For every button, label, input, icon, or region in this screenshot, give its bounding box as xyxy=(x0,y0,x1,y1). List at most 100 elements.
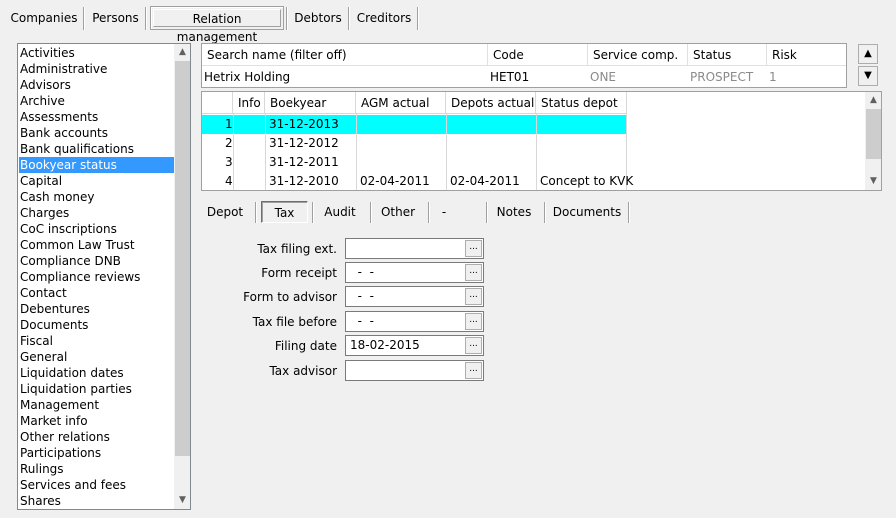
col-header-risk[interactable]: Risk xyxy=(767,44,846,66)
bookyear-grid[interactable]: Info Boekyear until AGM actual Depots ac… xyxy=(201,91,882,191)
previous-record-button[interactable]: ▲ xyxy=(858,44,878,64)
subtab-other[interactable]: Other xyxy=(376,201,420,223)
form-to-advisor-field[interactable]: - - ... xyxy=(345,286,484,307)
form-to-advisor-lookup-button[interactable]: ... xyxy=(465,288,482,305)
status-depot-cell[interactable]: Concept to KVK xyxy=(537,172,633,190)
filing-date-field[interactable]: 18-02-2015 ... xyxy=(345,335,484,356)
next-record-button[interactable]: ▼ xyxy=(858,66,878,86)
list-item-general[interactable]: General xyxy=(19,349,174,365)
col-header-code[interactable]: Code xyxy=(488,44,588,66)
module-tab-bar: Companies Persons Relation management De… xyxy=(0,0,896,44)
relation-grid[interactable]: Search name (filter off) Code Service co… xyxy=(201,43,847,88)
list-item-compliance-dnb[interactable]: Compliance DNB xyxy=(19,253,174,269)
subtab-separator xyxy=(255,202,257,223)
subtab-notes[interactable]: Notes xyxy=(492,201,536,223)
agm-cell[interactable]: 02-04-2011 xyxy=(357,172,430,190)
list-item-services-and-fees[interactable]: Services and fees xyxy=(19,477,174,493)
scroll-down-icon[interactable]: ▼ xyxy=(865,173,881,190)
col-header-agm[interactable]: AGM actual xyxy=(356,92,446,114)
list-item-management[interactable]: Management xyxy=(19,397,174,413)
tax-file-before-field[interactable]: - - ... xyxy=(345,311,484,332)
list-item-bank-accounts[interactable]: Bank accounts xyxy=(19,125,174,141)
col-header-status-depot[interactable]: Status depot xyxy=(536,92,627,114)
subtab-audit[interactable]: Audit xyxy=(318,201,362,223)
list-item-bookyear-status[interactable]: Bookyear status xyxy=(19,157,174,173)
relation-code-cell[interactable]: HET01 xyxy=(488,66,588,88)
col-header-search-name[interactable]: Search name (filter off) xyxy=(202,44,488,66)
list-item-shares[interactable]: Shares xyxy=(19,493,174,509)
list-item-archive[interactable]: Archive xyxy=(19,93,174,109)
list-item-coc-inscriptions[interactable]: CoC inscriptions xyxy=(19,221,174,237)
subtab-dash[interactable]: - xyxy=(434,201,454,223)
tax-advisor-field[interactable]: ... xyxy=(345,360,484,381)
list-item-assessments[interactable]: Assessments xyxy=(19,109,174,125)
bookyear-cell[interactable]: 31-12-2012 xyxy=(266,134,339,153)
relation-risk-cell[interactable]: 1 xyxy=(767,66,846,88)
list-scroll-thumb[interactable] xyxy=(175,61,190,456)
list-scrollbar[interactable]: ▲ ▼ xyxy=(174,44,190,509)
list-item-documents[interactable]: Documents xyxy=(19,317,174,333)
tax-advisor-lookup-button[interactable]: ... xyxy=(465,362,482,379)
list-item-fiscal[interactable]: Fiscal xyxy=(19,333,174,349)
form-receipt-field[interactable]: - - ... xyxy=(345,262,484,283)
subtab-documents[interactable]: Documents xyxy=(550,201,624,223)
grid-scrollbar[interactable]: ▲ ▼ xyxy=(865,92,881,190)
col-header-depots[interactable]: Depots actual xyxy=(446,92,536,114)
list-item-rulings[interactable]: Rulings xyxy=(19,461,174,477)
subtab-separator xyxy=(428,202,430,223)
list-item-liquidation-parties[interactable]: Liquidation parties xyxy=(19,381,174,397)
relation-service-cell[interactable]: ONE xyxy=(588,66,688,88)
list-item-market-info[interactable]: Market info xyxy=(19,413,174,429)
row-number[interactable]: 2 xyxy=(222,134,233,153)
tab-relation-management[interactable]: Relation management xyxy=(150,6,284,44)
list-item-participations[interactable]: Participations xyxy=(19,445,174,461)
list-item-bank-qualifications[interactable]: Bank qualifications xyxy=(19,141,174,157)
scroll-up-icon[interactable]: ▲ xyxy=(865,92,881,109)
bookyear-cell[interactable]: 31-12-2013 xyxy=(266,115,339,134)
tab-companies[interactable]: Companies xyxy=(7,6,81,30)
bookyear-cell[interactable]: 31-12-2010 xyxy=(266,172,339,190)
subtab-depot[interactable]: Depot xyxy=(202,201,248,223)
row-number[interactable]: 4 xyxy=(222,172,233,190)
tax-filing-ext-field[interactable]: ... xyxy=(345,238,484,259)
tab-creditors[interactable]: Creditors xyxy=(352,6,416,30)
black-triangle-down-icon: ▼ xyxy=(864,70,872,81)
list-item-common-law-trust[interactable]: Common Law Trust xyxy=(19,237,174,253)
list-item-administrative[interactable]: Administrative xyxy=(19,61,174,77)
filing-date-lookup-button[interactable]: ... xyxy=(465,337,482,354)
tab-separator xyxy=(83,7,85,30)
list-item-capital[interactable]: Capital xyxy=(19,173,174,189)
list-item-other-relations[interactable]: Other relations xyxy=(19,429,174,445)
row-number[interactable]: 3 xyxy=(222,153,233,172)
subtab-tax[interactable]: Tax xyxy=(261,201,308,223)
scroll-up-icon[interactable]: ▲ xyxy=(174,44,190,61)
bookyear-cell[interactable]: 31-12-2011 xyxy=(266,153,339,172)
list-item-liquidation-dates[interactable]: Liquidation dates xyxy=(19,365,174,381)
list-item-cash-money[interactable]: Cash money xyxy=(19,189,174,205)
form-receipt-lookup-button[interactable]: ... xyxy=(465,264,482,281)
tax-file-before-lookup-button[interactable]: ... xyxy=(465,313,482,330)
tab-debtors[interactable]: Debtors xyxy=(290,6,346,30)
grid-scroll-thumb[interactable] xyxy=(866,109,881,159)
col-header-info[interactable]: Info xyxy=(233,92,265,114)
col-header-status[interactable]: Status xyxy=(688,44,767,66)
list-item-activities[interactable]: Activities xyxy=(19,45,174,61)
tab-persons[interactable]: Persons xyxy=(87,6,144,30)
form-receipt-value: - - xyxy=(350,265,374,279)
tab-separator xyxy=(145,7,147,30)
col-header-bookyear[interactable]: Boekyear until xyxy=(265,92,356,132)
tab-separator xyxy=(348,7,350,30)
scroll-down-icon[interactable]: ▼ xyxy=(174,492,190,509)
row-number[interactable]: 1 xyxy=(222,115,233,134)
list-item-contact[interactable]: Contact xyxy=(19,285,174,301)
relation-status-cell[interactable]: PROSPECT xyxy=(688,66,767,88)
list-item-debentures[interactable]: Debentures xyxy=(19,301,174,317)
relation-name-cell[interactable]: Hetrix Holding xyxy=(202,66,488,88)
tax-filing-ext-lookup-button[interactable]: ... xyxy=(465,240,482,257)
category-list[interactable]: Activities Administrative Advisors Archi… xyxy=(17,43,191,510)
list-item-compliance-reviews[interactable]: Compliance reviews xyxy=(19,269,174,285)
col-header-service-comp[interactable]: Service comp. xyxy=(588,44,688,66)
list-item-advisors[interactable]: Advisors xyxy=(19,77,174,93)
list-item-charges[interactable]: Charges xyxy=(19,205,174,221)
depots-cell[interactable]: 02-04-2011 xyxy=(447,172,520,190)
